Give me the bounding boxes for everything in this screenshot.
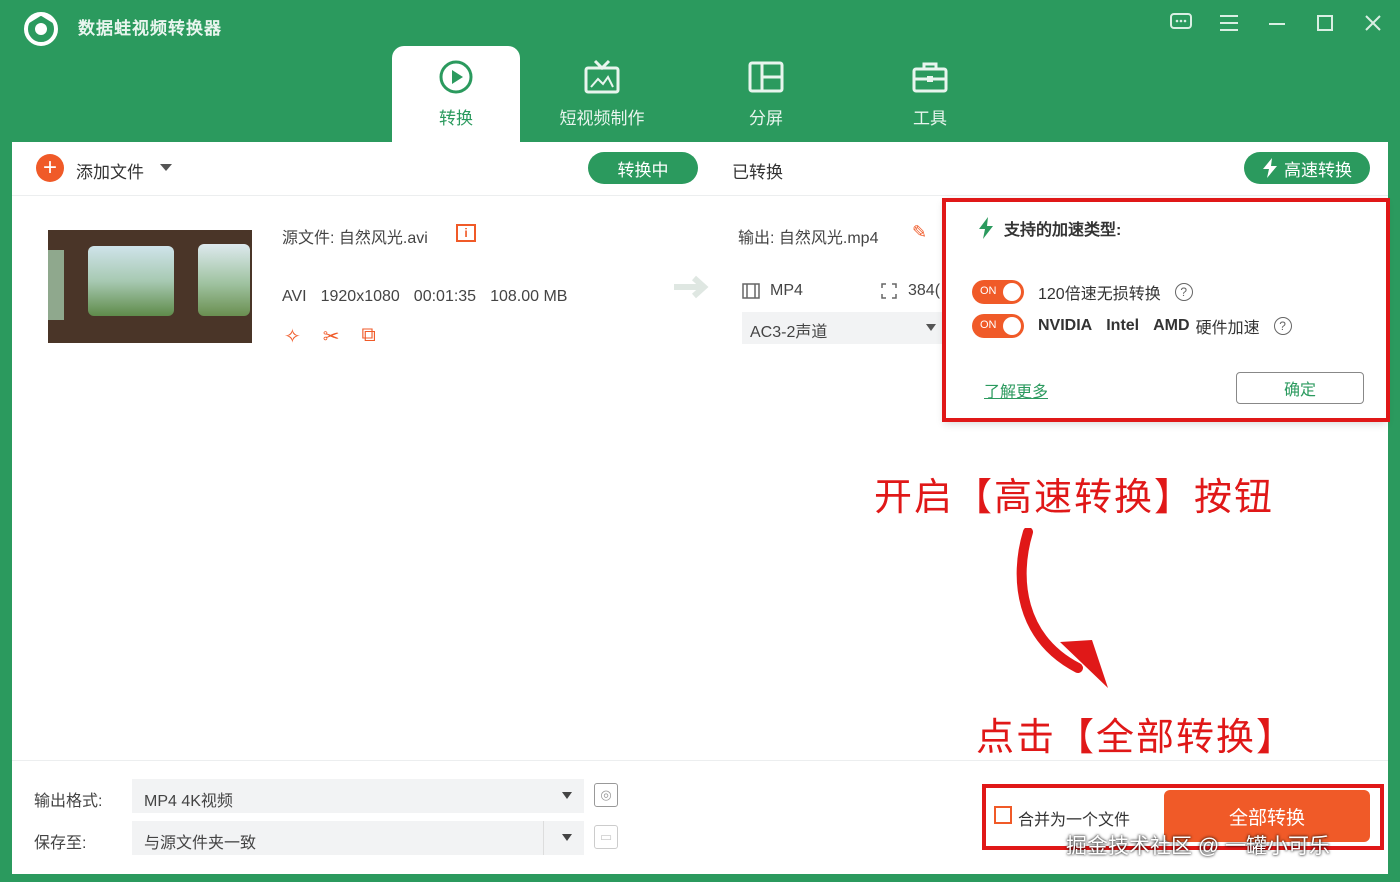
folder-icon[interactable]: ▭ [594,825,618,849]
output-format-select[interactable]: MP4 4K视频 [132,779,584,813]
app-title: 数据蛙视频转换器 [78,19,222,38]
source-file-label: 源文件: [282,230,335,247]
converting-tab[interactable]: 转换中 [588,152,698,184]
annotation-arrow-icon [1016,528,1108,688]
brand-amd: AMD [1153,317,1190,334]
output-format-label: 输出格式: [34,793,103,810]
tab-label: 工具 [913,109,947,128]
tab-tools[interactable]: 工具 [848,46,1012,142]
output-file: 输出: 自然风光.mp4 [738,224,878,248]
chevron-down-icon [562,792,572,799]
add-file-button[interactable]: 添加文件 [76,158,144,183]
hardware-suffix: 硬件加速 [1195,320,1260,337]
tab-label: 短视频制作 [559,109,645,128]
output-resolution-row[interactable]: 384( [880,282,940,300]
audio-value: AC3-2声道 [750,324,828,341]
file-format: AVI [282,288,307,305]
arrow-right-icon [674,275,709,299]
speed-popup: 支持的加速类型: ON 120倍速无损转换 ? ON NVIDIA Intel … [944,200,1386,422]
resize-icon [881,283,897,299]
save-to-select[interactable]: 与源文件夹一致 [132,821,584,855]
high-speed-label: 高速转换 [1284,160,1352,180]
info-icon[interactable]: i [456,224,476,242]
video-thumbnail[interactable] [48,230,252,343]
tab-label: 分屏 [749,109,783,128]
app-logo-icon [24,12,58,46]
file-meta: AVI 1920x1080 00:01:35 108.00 MB [282,288,567,306]
format-settings-icon[interactable]: ◎ [594,783,618,807]
output-format-value: MP4 4K视频 [144,793,233,810]
convert-icon [439,60,473,94]
thumbnail-window-center [88,246,174,316]
title-bar: 数据蛙视频转换器 转换 短视频制作 分屏 工具 [0,0,1400,142]
thumbnail-window-left [48,250,64,320]
learn-more-link[interactable]: 了解更多 [984,378,1048,402]
lightning-icon [1263,158,1277,178]
subtitle-edit-icon[interactable]: ⧉ [362,324,376,349]
output-file-label: 输出: [738,230,775,247]
output-file-name: 自然风光.mp4 [778,230,879,247]
select-divider [543,821,544,855]
option-lossless-label: 120倍速无损转换 [1038,286,1161,303]
option-hardware: ON NVIDIA Intel AMD 硬件加速 ? [972,314,1292,338]
magic-wand-icon[interactable]: ✧ [284,324,301,349]
window-controls [1168,10,1386,36]
help-icon[interactable]: ? [1273,317,1292,335]
high-speed-button[interactable]: 高速转换 [1244,152,1370,184]
lightning-icon [979,217,993,239]
source-file-name: 自然风光.avi [338,230,428,247]
audio-select[interactable]: AC3-2声道 [742,312,942,344]
main-tabs: 转换 短视频制作 分屏 工具 [392,46,1012,142]
menu-icon[interactable] [1216,10,1242,36]
tab-split-screen[interactable]: 分屏 [684,46,848,142]
confirm-button[interactable]: 确定 [1236,372,1364,404]
help-icon[interactable]: ? [1174,283,1193,301]
brand-intel: Intel [1106,317,1140,334]
tab-convert[interactable]: 转换 [392,46,520,142]
output-format: MP4 [770,282,803,299]
option-lossless: ON 120倍速无损转换 ? [972,280,1193,304]
annotation-step1: 开启【高速转换】按钮 [874,475,1275,519]
chevron-down-icon [926,324,936,331]
annotation-step2: 点击【全部转换】 [976,715,1297,759]
brand-nvidia: NVIDIA [1038,317,1093,334]
output-format-row[interactable]: MP4 [742,282,803,300]
converted-tab[interactable]: 已转换 [732,158,783,183]
source-file: 源文件: 自然风光.avi [282,224,428,248]
tab-label: 转换 [439,109,473,128]
chat-icon[interactable] [1168,10,1194,36]
file-resolution: 1920x1080 [320,288,400,305]
merge-checkbox[interactable] [994,806,1012,824]
tab-short-video[interactable]: 短视频制作 [520,46,684,142]
output-resolution: 384( [908,282,941,299]
minimize-icon[interactable] [1264,10,1290,36]
chevron-down-icon[interactable] [160,164,172,171]
popup-title: 支持的加速类型: [978,216,1121,240]
merge-label: 合并为一个文件 [1018,812,1131,829]
add-icon[interactable]: + [36,154,64,182]
file-size: 108.00 MB [490,288,568,305]
toggle-lossless[interactable]: ON [972,280,1024,304]
file-duration: 00:01:35 [413,288,477,305]
chevron-down-icon [562,834,572,841]
maximize-icon[interactable] [1312,10,1338,36]
film-icon [742,283,760,299]
toolbox-icon [912,62,948,93]
edit-icon[interactable]: ✎ [912,222,927,243]
toolbar: + 添加文件 转换中 已转换 高速转换 [12,142,1388,196]
tv-icon [584,59,620,94]
split-screen-icon [748,61,784,93]
watermark: 掘金技术社区 @ 一罐小可乐 [1066,835,1330,858]
save-to-value: 与源文件夹一致 [144,835,257,852]
thumbnail-window-right [198,244,250,316]
toggle-hardware[interactable]: ON [972,314,1024,338]
popup-title-text: 支持的加速类型: [1004,222,1122,239]
scissors-icon[interactable]: ✂ [323,324,340,349]
close-icon[interactable] [1360,10,1386,36]
edit-tools: ✧ ✂ ⧉ [284,324,376,349]
save-to-label: 保存至: [34,835,87,852]
